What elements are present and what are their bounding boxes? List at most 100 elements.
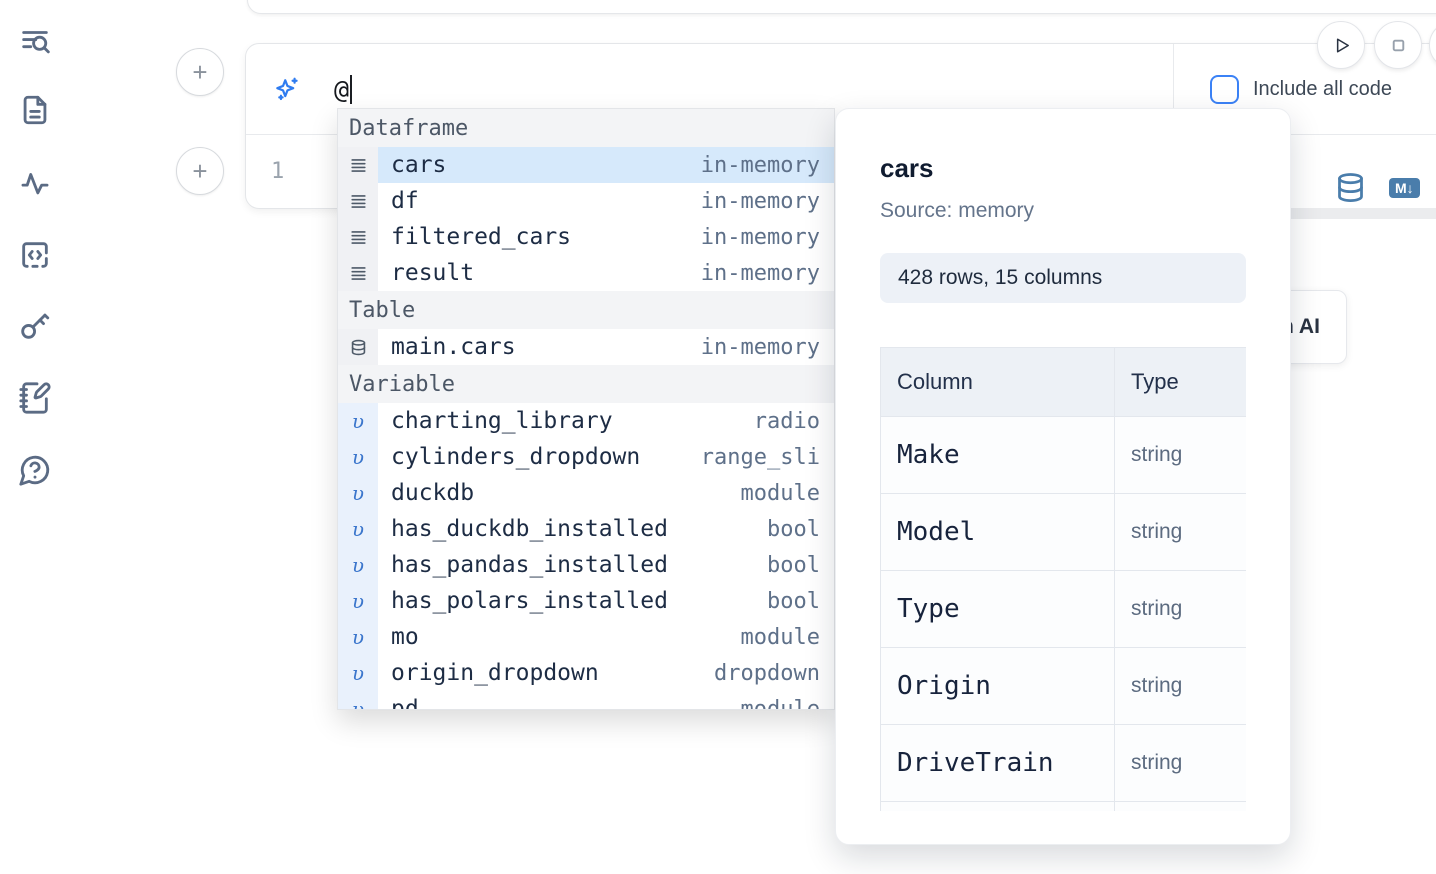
markdown-convert-icon[interactable]: M↓ <box>1389 178 1420 198</box>
rows-icon <box>338 147 378 183</box>
schema-column-name: Origin <box>881 648 1115 725</box>
run-cell-button[interactable] <box>1317 21 1365 69</box>
variable-icon: υ <box>338 475 378 511</box>
completion-item-name: main.cars <box>391 334 516 360</box>
completion-item-type: in-memory <box>701 225 820 250</box>
completion-item-type: in-memory <box>701 261 820 286</box>
completion-item-has_polars_installed[interactable]: υhas_polars_installedbool <box>338 583 834 619</box>
play-icon <box>1330 34 1353 57</box>
dataframe-preview-panel: cars Source: memory 428 rows, 15 columns… <box>835 108 1291 845</box>
schema-column-name: Model <box>881 494 1115 571</box>
variable-icon: υ <box>338 583 378 619</box>
sidebar-secrets-button[interactable] <box>17 307 53 343</box>
completion-item-cars[interactable]: carsin-memory <box>338 147 834 183</box>
help-chat-icon <box>18 453 52 487</box>
completion-item-type: dropdown <box>714 661 820 686</box>
completion-item-name: has_pandas_installed <box>391 552 668 578</box>
schema-column-type <box>1115 802 1247 812</box>
sparkles-ai-icon <box>273 75 301 103</box>
schema-column-type: string <box>1115 725 1247 802</box>
variable-icon: υ <box>338 655 378 691</box>
activity-icon <box>18 166 52 200</box>
sidebar-snippets-button[interactable] <box>17 237 53 273</box>
completion-item-name: df <box>391 188 419 214</box>
completion-item-type: in-memory <box>701 335 820 360</box>
completion-item-name: result <box>391 260 474 286</box>
schema-table-body: MakestringModelstringTypestringOriginstr… <box>881 417 1247 812</box>
schema-table-wrapper: Column Type MakestringModelstringTypestr… <box>880 347 1246 811</box>
completion-item-has_duckdb_installed[interactable]: υ has_duckdb_installed bool <box>338 511 834 547</box>
text-cursor <box>350 75 352 104</box>
completion-item-type: module <box>741 625 820 650</box>
key-icon <box>18 308 52 342</box>
schema-row: Originstring <box>881 648 1247 725</box>
sidebar-tracing-button[interactable] <box>17 165 53 201</box>
file-text-icon <box>18 93 52 127</box>
completion-item-name: charting_library <box>391 408 613 434</box>
completion-item-main.cars[interactable]: main.cars in-memory <box>338 329 834 365</box>
completion-item-type: in-memory <box>701 153 820 178</box>
datasource-database-icon[interactable] <box>1334 171 1367 204</box>
database-icon <box>338 329 378 365</box>
stop-square-icon <box>1387 34 1410 57</box>
line-number: 1 <box>271 159 284 184</box>
completion-item-df[interactable]: df in-memory <box>338 183 834 219</box>
schema-row <box>881 802 1247 812</box>
completion-item-has_pandas_installed[interactable]: υhas_pandas_installedbool <box>338 547 834 583</box>
add-cell-below-button[interactable]: + <box>176 147 224 195</box>
completion-item-result[interactable]: result in-memory <box>338 255 834 291</box>
schema-header-column: Column <box>881 348 1115 417</box>
completion-item-name: mo <box>391 624 419 650</box>
sidebar-scratchpad-button[interactable] <box>17 380 53 416</box>
sidebar-toc-search-button[interactable] <box>17 23 53 59</box>
schema-column-name: Make <box>881 417 1115 494</box>
panel-source: Source: memory <box>880 199 1246 223</box>
schema-column-type: string <box>1115 417 1247 494</box>
completion-item-type: radio <box>754 409 820 434</box>
panel-title: cars <box>880 153 1246 183</box>
include-all-code-checkbox[interactable] <box>1210 75 1239 104</box>
include-all-code-label: Include all code <box>1253 78 1392 101</box>
completion-item-type: module <box>741 481 820 506</box>
schema-column-type: string <box>1115 571 1247 648</box>
completion-item-mo[interactable]: υmo module <box>338 619 834 655</box>
schema-column-name: Type <box>881 571 1115 648</box>
completion-item-name: has_duckdb_installed <box>391 516 668 542</box>
schema-row: Makestring <box>881 417 1247 494</box>
sidebar-files-button[interactable] <box>17 92 53 128</box>
completion-item-duckdb[interactable]: υduckdb module <box>338 475 834 511</box>
schema-row: Modelstring <box>881 494 1247 571</box>
schema-row: Typestring <box>881 571 1247 648</box>
completion-item-name: pd <box>391 696 419 710</box>
completion-list: Dataframecarsin-memorydfin-memoryfiltere… <box>338 109 834 710</box>
completion-item-name: filtered_cars <box>391 224 571 250</box>
previous-cell-edge <box>247 0 1436 14</box>
variable-icon: υ <box>338 403 378 439</box>
completion-item-type: in-memory <box>701 189 820 214</box>
add-cell-above-button[interactable]: + <box>176 48 224 96</box>
completion-item-name: duckdb <box>391 480 474 506</box>
variable-icon: υ <box>338 511 378 547</box>
variable-icon: υ <box>338 691 378 710</box>
ai-prompt-input[interactable]: @ <box>334 75 349 104</box>
completion-item-filtered_cars[interactable]: filtered_cars in-memory <box>338 219 834 255</box>
completion-item-pd[interactable]: υpd module <box>338 691 834 710</box>
schema-row: DriveTrainstring <box>881 725 1247 802</box>
completion-item-type: bool <box>767 517 820 542</box>
completion-section-header: Variable <box>338 365 834 403</box>
panel-stats-badge: 428 rows, 15 columns <box>880 253 1246 303</box>
completion-item-cylinders_dropdown[interactable]: υcylinders_dropdownrange_sli <box>338 439 834 475</box>
completion-item-type: range_sli <box>701 445 820 470</box>
variable-icon: υ <box>338 619 378 655</box>
completion-item-charting_library[interactable]: υ charting_library radio <box>338 403 834 439</box>
completion-item-origin_dropdown[interactable]: υorigin_dropdowndropdown <box>338 655 834 691</box>
sidebar-help-button[interactable] <box>17 452 53 488</box>
schema-column-type: string <box>1115 494 1247 571</box>
schema-table: Column Type MakestringModelstringTypestr… <box>880 347 1246 811</box>
completion-item-type: module <box>741 697 820 711</box>
variable-icon: υ <box>338 439 378 475</box>
rows-icon <box>338 183 378 219</box>
stop-cell-button[interactable] <box>1374 21 1422 69</box>
schema-header-type: Type <box>1115 348 1247 417</box>
variable-icon: υ <box>338 547 378 583</box>
